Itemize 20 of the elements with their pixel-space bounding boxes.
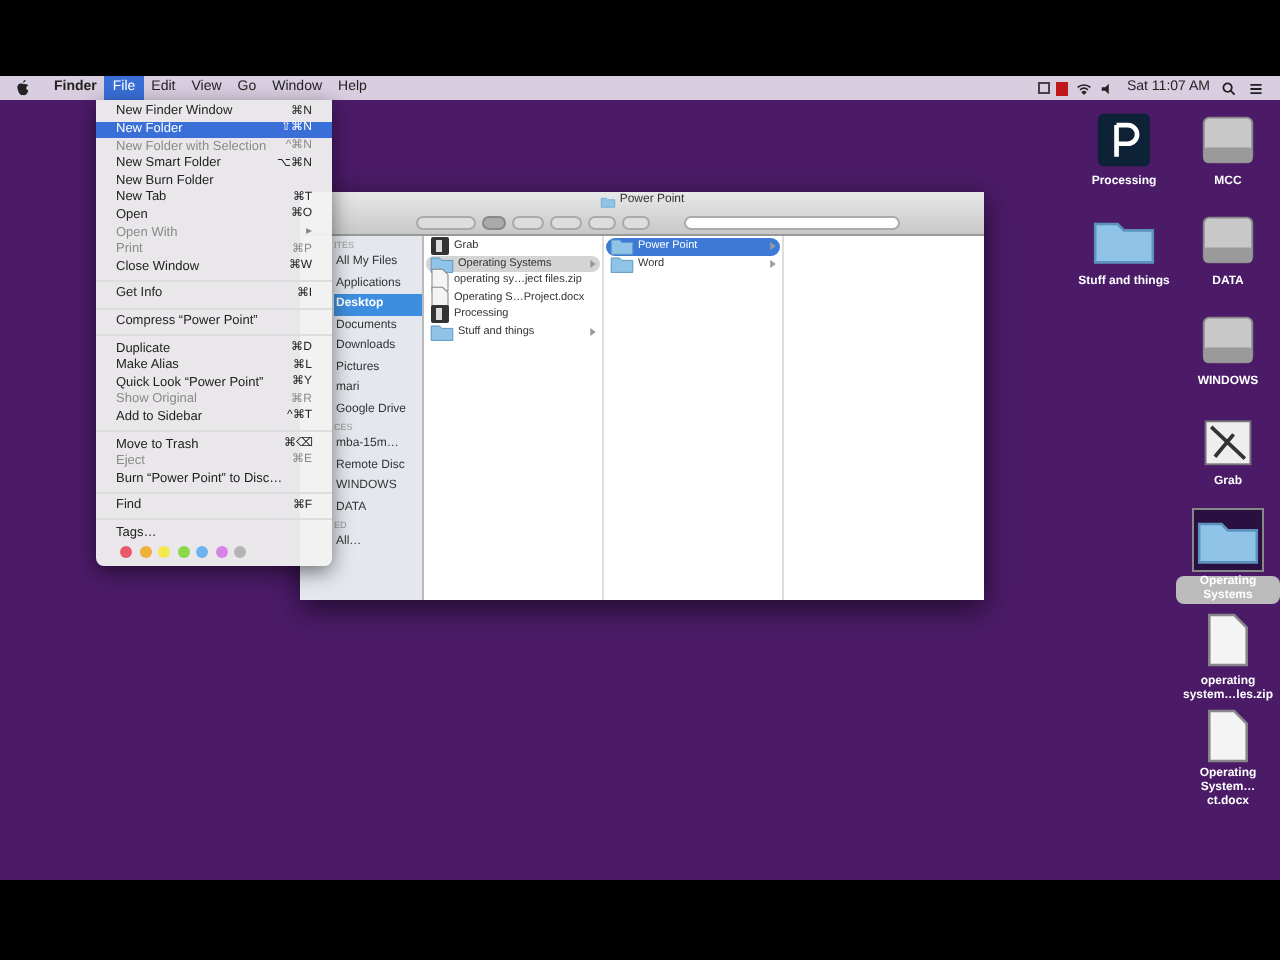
apple-icon[interactable] [16,80,30,96]
app-icon [430,304,450,325]
speaker-icon[interactable] [1100,81,1115,95]
hard-drive-icon [1200,112,1256,168]
hard-drive-icon [1200,312,1256,368]
document-icon [1204,708,1252,764]
document-icon [1204,612,1252,668]
folder-icon [430,321,454,342]
app-icon [430,236,450,257]
disclosure-arrow-icon [590,259,596,268]
app-icon [1096,112,1152,168]
search-field[interactable] [684,215,900,230]
desktop-icon-tile[interactable] [1192,508,1264,572]
search-icon[interactable] [1222,81,1236,95]
folder-icon [599,195,616,208]
wifi-icon[interactable] [1076,81,1093,95]
folder-icon [430,253,454,274]
disclosure-arrow-icon [590,327,596,336]
hard-drive-icon [1200,212,1256,268]
list-icon[interactable] [1248,81,1264,95]
